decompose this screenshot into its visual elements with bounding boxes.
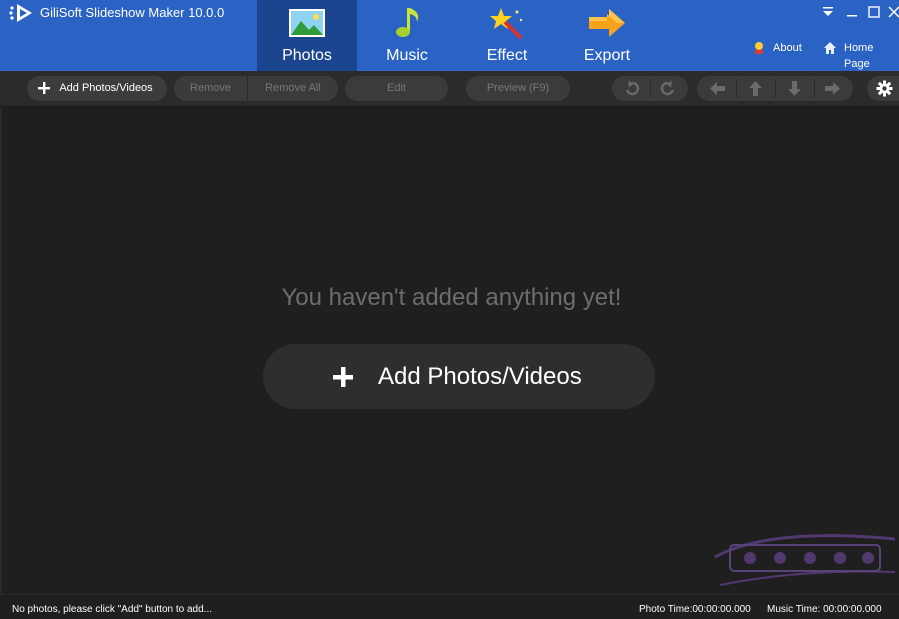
about-link[interactable]: About: [752, 40, 802, 56]
status-message: No photos, please click "Add" button to …: [12, 604, 212, 615]
watermark-logo-icon: [714, 534, 896, 586]
arrow-right-icon[interactable]: [824, 80, 841, 97]
close-button[interactable]: [887, 5, 899, 19]
tab-music[interactable]: Music: [357, 0, 457, 71]
app-title: GiliSoft Slideshow Maker 10.0.0: [40, 5, 225, 20]
rotate-right-icon[interactable]: [659, 80, 676, 97]
tab-effect[interactable]: Effect: [457, 0, 557, 71]
settings-button[interactable]: [867, 76, 899, 101]
award-icon: [754, 42, 764, 55]
rotate-group: [612, 76, 688, 101]
rotate-left-icon[interactable]: [624, 80, 641, 97]
gear-icon: [876, 80, 893, 97]
remove-button[interactable]: Remove: [174, 76, 247, 101]
photo-icon: [289, 9, 325, 37]
toolbar-divider: [650, 79, 651, 98]
add-photos-videos-label: Add Photos/Videos: [59, 82, 153, 94]
tab-export-label: Export: [583, 47, 631, 64]
minimize-button[interactable]: [845, 5, 859, 19]
toolbar-divider: [736, 79, 737, 98]
tab-export[interactable]: Export: [557, 0, 657, 71]
close-icon: [888, 6, 899, 18]
maximize-icon: [868, 6, 880, 18]
tab-photos-label: Photos: [282, 47, 332, 64]
about-label: About: [773, 42, 802, 54]
title-bar: GiliSoft Slideshow Maker 10.0.0 Photos M…: [0, 0, 899, 71]
plus-icon: [333, 367, 353, 387]
preview-button[interactable]: Preview (F9): [466, 76, 570, 101]
music-note-icon: [396, 8, 419, 37]
plus-icon: [38, 82, 50, 94]
add-photos-videos-button[interactable]: Add Photos/Videos: [27, 76, 167, 101]
remove-all-button[interactable]: Remove All: [248, 76, 338, 101]
arrow-down-icon[interactable]: [786, 80, 803, 97]
magic-wand-icon: [490, 8, 523, 40]
arrow-up-icon[interactable]: [747, 80, 764, 97]
toolbar-divider: [775, 79, 776, 98]
window-menu-button[interactable]: [821, 5, 835, 19]
tab-effect-label: Effect: [486, 47, 528, 64]
photo-time: Photo Time:00:00:00.000: [639, 604, 751, 615]
toolbar: Add Photos/Videos Remove Remove All Edit…: [0, 71, 899, 107]
minimize-icon: [847, 15, 857, 17]
home-page-label: Home Page: [844, 42, 874, 70]
home-icon: [824, 42, 836, 54]
empty-message: You haven't added anything yet!: [281, 284, 622, 311]
menu-down-icon: [823, 7, 833, 16]
edit-button[interactable]: Edit: [345, 76, 448, 101]
music-time: Music Time: 00:00:00.000: [767, 604, 882, 615]
arrow-left-icon[interactable]: [709, 80, 726, 97]
photo-list-area[interactable]: You haven't added anything yet! Add Phot…: [0, 107, 899, 594]
status-bar: No photos, please click "Add" button to …: [0, 594, 899, 619]
maximize-button[interactable]: [867, 5, 881, 19]
app-logo-icon: [9, 4, 32, 22]
toolbar-divider: [814, 79, 815, 98]
tab-photos[interactable]: Photos: [257, 0, 357, 71]
move-group: [697, 76, 853, 101]
tab-music-label: Music: [386, 47, 428, 64]
home-page-link[interactable]: Home Page: [823, 40, 899, 70]
big-add-label: Add Photos/Videos: [378, 363, 582, 390]
big-add-photos-videos-button[interactable]: Add Photos/Videos: [263, 344, 655, 409]
arrow-right-icon: [589, 9, 625, 37]
